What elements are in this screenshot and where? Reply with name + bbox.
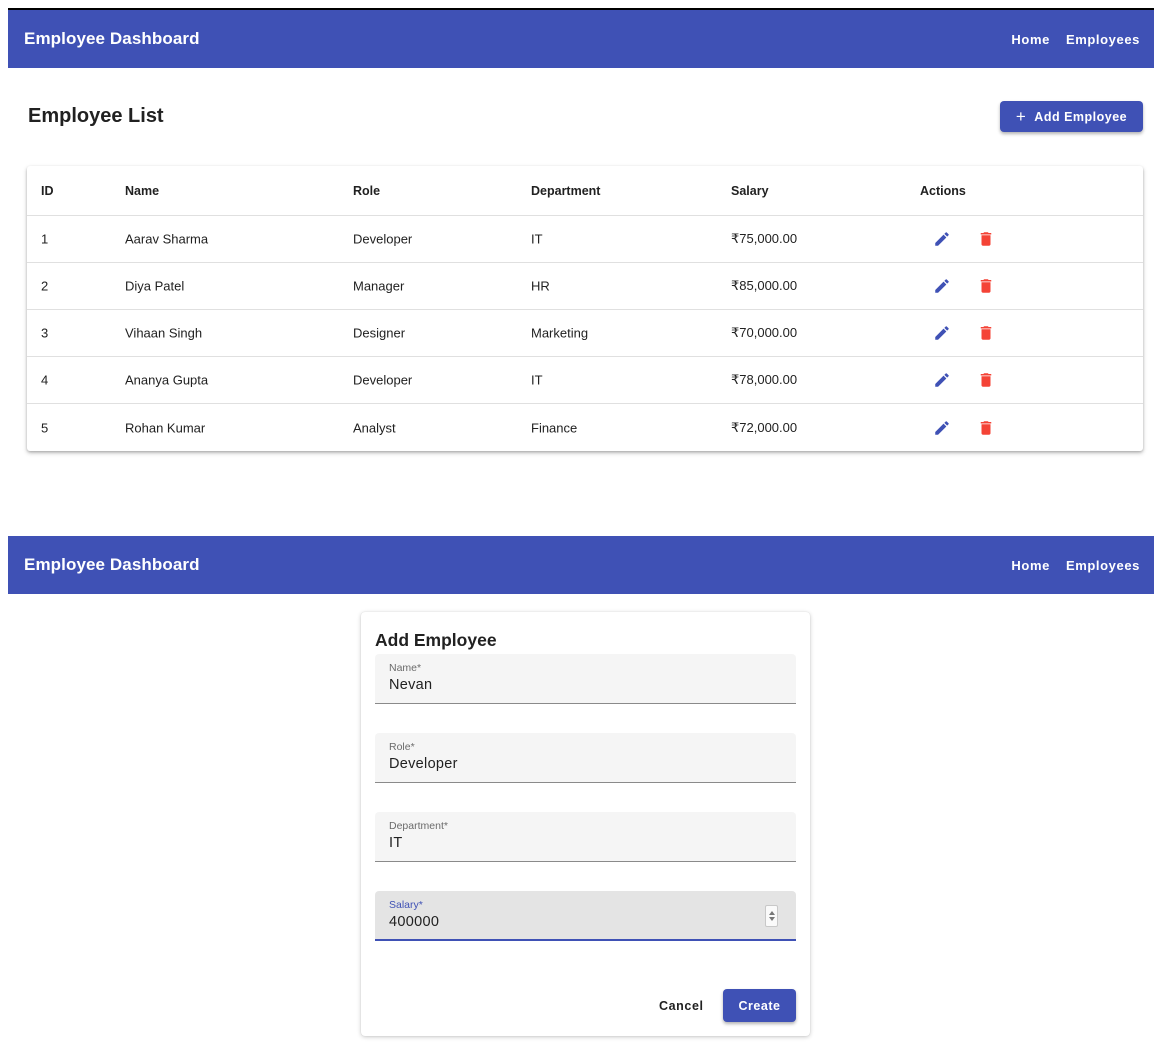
- column-header-actions: Actions: [920, 183, 966, 198]
- role-field-label: Role*: [389, 741, 415, 753]
- cell-name: Rohan Kumar: [125, 420, 206, 435]
- column-header-role: Role: [353, 183, 381, 198]
- add-employee-button-label: Add Employee: [1034, 109, 1128, 124]
- department-field-value[interactable]: IT: [389, 835, 403, 851]
- cell-salary: ₹85,000.00: [731, 278, 798, 293]
- trash-icon[interactable]: [977, 371, 995, 389]
- name-field-label: Name*: [389, 662, 422, 674]
- cell-department: Marketing: [531, 325, 589, 341]
- salary-field[interactable]: Salary* 400000: [375, 891, 796, 941]
- row-actions: [933, 324, 995, 342]
- trash-icon[interactable]: [977, 277, 995, 295]
- cell-name: Vihaan Singh: [125, 325, 203, 341]
- table-header-row: ID Name Role Department Salary Actions: [27, 166, 1143, 216]
- cell-role: Analyst: [353, 420, 396, 435]
- row-actions: [933, 419, 995, 437]
- nav-link-employees[interactable]: Employees: [1066, 558, 1140, 573]
- name-field-value[interactable]: Nevan: [389, 677, 432, 693]
- employee-table: ID Name Role Department Salary Actions 1…: [27, 166, 1143, 451]
- plus-icon: +: [1015, 107, 1027, 126]
- nav-links: Home Employees: [1011, 32, 1140, 47]
- cell-id: 2: [41, 278, 49, 294]
- cancel-button[interactable]: Cancel: [651, 990, 712, 1022]
- cell-role: Developer: [353, 372, 413, 388]
- number-spinner[interactable]: [765, 905, 778, 927]
- cell-id: 4: [41, 372, 49, 388]
- cell-department: HR: [531, 278, 550, 294]
- navbar: Employee Dashboard Home Employees: [8, 536, 1154, 594]
- column-header-name: Name: [125, 183, 160, 198]
- cell-salary: ₹75,000.00: [731, 231, 798, 246]
- column-header-salary: Salary: [731, 183, 769, 198]
- cell-salary: ₹78,000.00: [731, 372, 798, 387]
- cell-role: Designer: [353, 325, 406, 341]
- cell-salary: ₹72,000.00: [731, 419, 798, 435]
- page-title: Employee List: [28, 105, 164, 127]
- cell-department: IT: [531, 231, 543, 247]
- cell-department: Finance: [531, 420, 578, 435]
- cell-role: Developer: [353, 231, 413, 247]
- pencil-icon[interactable]: [933, 230, 951, 248]
- table-row: 2 Diya Patel Manager HR ₹85,000.00: [27, 263, 1143, 310]
- nav-links: Home Employees: [1011, 558, 1140, 573]
- salary-field-label: Salary*: [389, 899, 423, 911]
- cell-id: 1: [41, 231, 49, 247]
- add-employee-button[interactable]: + Add Employee: [1000, 101, 1143, 132]
- table-row: 4 Ananya Gupta Developer IT ₹78,000.00: [27, 357, 1143, 404]
- navbar: Employee Dashboard Home Employees: [8, 10, 1154, 68]
- cell-salary: ₹70,000.00: [731, 325, 798, 340]
- column-header-department: Department: [531, 183, 601, 198]
- trash-icon[interactable]: [977, 419, 995, 437]
- department-field-label: Department*: [389, 820, 448, 832]
- pencil-icon[interactable]: [933, 324, 951, 342]
- cell-name: Ananya Gupta: [125, 372, 209, 388]
- row-actions: [933, 371, 995, 389]
- row-actions: [933, 277, 995, 295]
- cell-department: IT: [531, 372, 543, 388]
- nav-link-home[interactable]: Home: [1011, 558, 1050, 573]
- trash-icon[interactable]: [977, 324, 995, 342]
- column-header-id: ID: [41, 183, 54, 198]
- cell-role: Manager: [353, 278, 405, 294]
- trash-icon[interactable]: [977, 230, 995, 248]
- table-row: 3 Vihaan Singh Designer Marketing ₹70,00…: [27, 310, 1143, 357]
- nav-link-employees[interactable]: Employees: [1066, 32, 1140, 47]
- cell-name: Diya Patel: [125, 278, 185, 294]
- nav-link-home[interactable]: Home: [1011, 32, 1050, 47]
- role-field[interactable]: Role* Developer: [375, 733, 796, 783]
- cell-id: 5: [41, 420, 49, 435]
- pencil-icon[interactable]: [933, 419, 951, 437]
- form-title: Add Employee: [375, 630, 497, 650]
- department-field[interactable]: Department* IT: [375, 812, 796, 862]
- row-actions: [933, 230, 995, 248]
- cell-id: 3: [41, 325, 49, 341]
- name-field[interactable]: Name* Nevan: [375, 654, 796, 704]
- table-row: 5 Rohan Kumar Analyst Finance ₹72,000.00: [27, 404, 1143, 451]
- salary-field-value[interactable]: 400000: [389, 914, 439, 930]
- create-button[interactable]: Create: [723, 989, 796, 1022]
- table-row: 1 Aarav Sharma Developer IT ₹75,000.00: [27, 216, 1143, 263]
- pencil-icon[interactable]: [933, 371, 951, 389]
- app-brand[interactable]: Employee Dashboard: [24, 29, 200, 49]
- increment-arrow-icon[interactable]: [768, 911, 775, 915]
- add-employee-form: Add Employee Name* Nevan Role* Developer…: [361, 612, 810, 1036]
- cell-name: Aarav Sharma: [125, 231, 209, 247]
- pencil-icon[interactable]: [933, 277, 951, 295]
- role-field-value[interactable]: Developer: [389, 756, 458, 772]
- app-brand[interactable]: Employee Dashboard: [24, 555, 200, 575]
- decrement-arrow-icon[interactable]: [768, 917, 775, 921]
